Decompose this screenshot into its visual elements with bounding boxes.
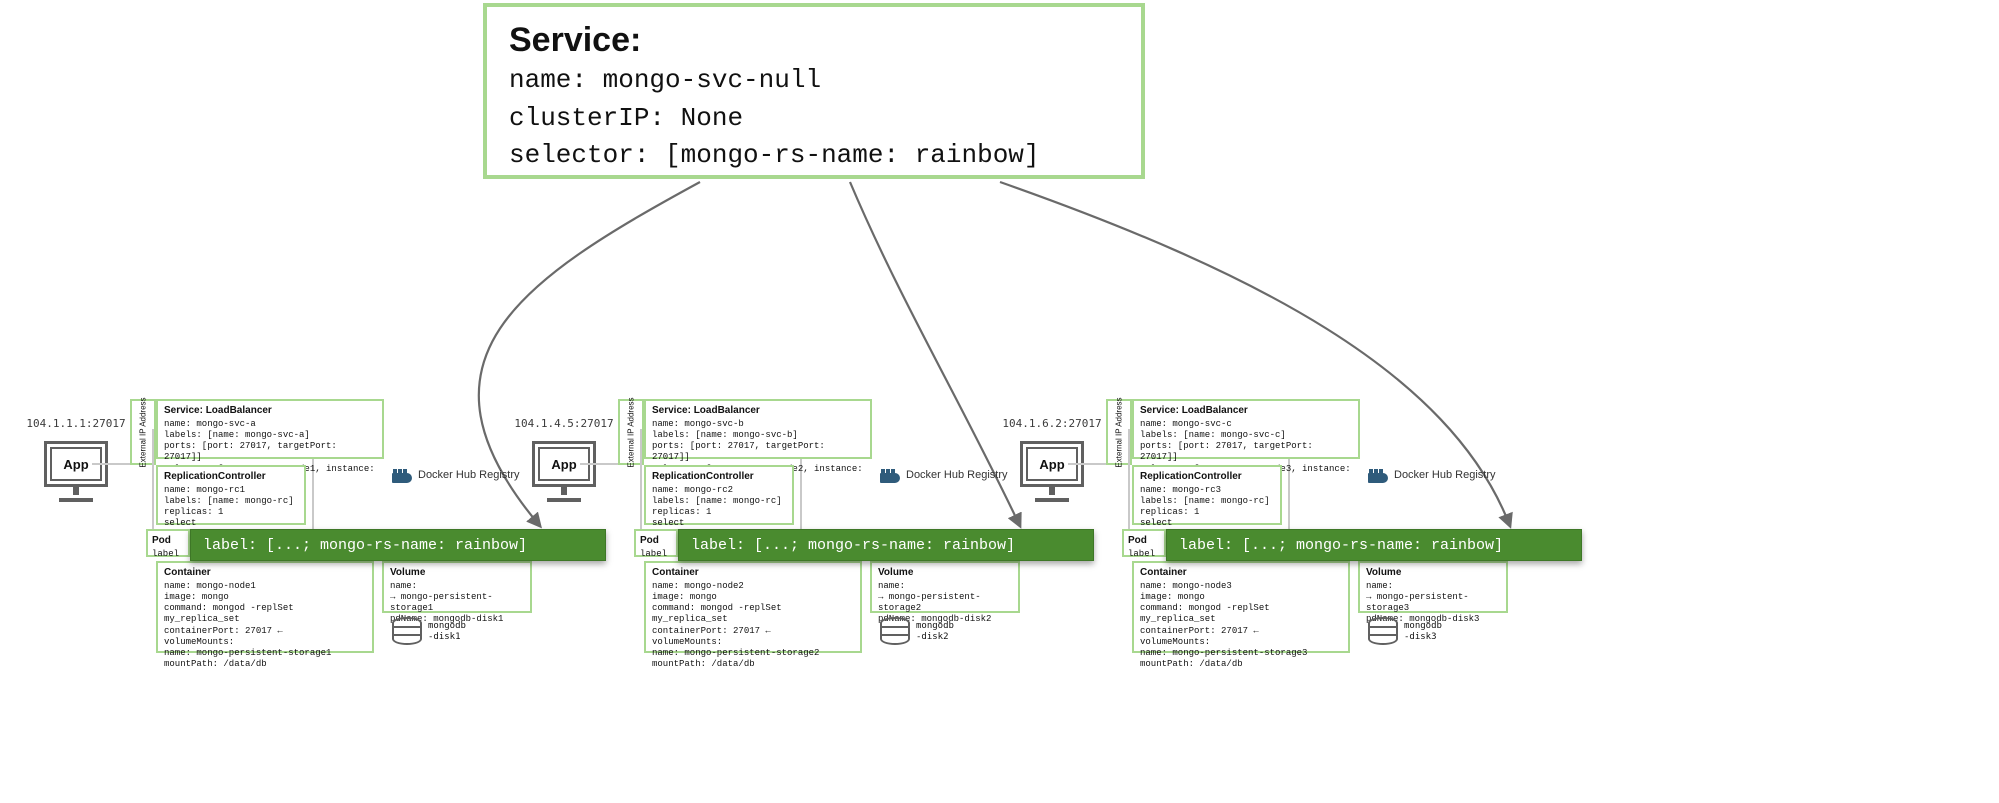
pod-label-overlay: label: [...; mongo-rs-name: rainbow]: [678, 529, 1094, 561]
container-header: Container: [1140, 567, 1342, 580]
pod-label-overlay: label: [...; mongo-rs-name: rainbow]: [1166, 529, 1582, 561]
service-loadbalancer-box: Service: LoadBalancer name: mongo-svc-cl…: [1132, 399, 1360, 459]
container-body: name: mongo-node1image: mongocommand: mo…: [164, 581, 366, 671]
pod-box: Pod label: [634, 529, 678, 557]
container-header: Container: [164, 567, 366, 580]
replication-controller-body: name: mongo-rc1labels: [name: mongo-rc]r…: [164, 485, 298, 530]
replication-controller-box: ReplicationController name: mongo-rc1lab…: [156, 465, 306, 525]
pod-box: Pod label: [1122, 529, 1166, 557]
volume-header: Volume: [390, 567, 524, 580]
service-clusterip-row: clusterIP: None: [509, 100, 1119, 138]
docker-hub-label: Docker Hub Registry: [418, 469, 519, 481]
docker-hub-label: Docker Hub Registry: [906, 469, 1007, 481]
service-loadbalancer-header: Service: LoadBalancer: [164, 405, 376, 418]
pod-label-line: label: [640, 549, 667, 559]
replication-controller-box: ReplicationController name: mongo-rc2lab…: [644, 465, 794, 525]
container-box: Container name: mongo-node2image: mongoc…: [644, 561, 862, 653]
external-ip-label: External IP Address: [139, 397, 148, 467]
replication-controller-header: ReplicationController: [652, 471, 786, 484]
docker-hub-badge: Docker Hub Registry: [392, 467, 519, 483]
app-icon-group: App: [998, 441, 1106, 502]
app-icon-group: App: [22, 441, 130, 502]
service-name-val: mongo-svc-null: [603, 65, 821, 95]
disk-label: mongodb-disk1: [428, 621, 466, 643]
disk-cylinder-icon: [392, 617, 422, 651]
pod-label-line: label: [152, 549, 179, 559]
container-box: Container name: mongo-node3image: mongoc…: [1132, 561, 1350, 653]
app-icon-group: App: [510, 441, 618, 502]
pod-header: Pod: [640, 535, 659, 546]
app-external-ip: 104.1.4.5:27017: [510, 417, 618, 430]
container-body: name: mongo-node2image: mongocommand: mo…: [652, 581, 854, 671]
volume-header: Volume: [1366, 567, 1500, 580]
pod-header: Pod: [152, 535, 171, 546]
service-clusterip-val: None: [681, 103, 743, 133]
container-box: Container name: mongo-node1image: mongoc…: [156, 561, 374, 653]
monitor-stand-icon: [59, 498, 93, 502]
service-name-row: name: mongo-svc-null: [509, 62, 1119, 100]
replication-controller-header: ReplicationController: [164, 471, 298, 484]
service-box: Service: name: mongo-svc-null clusterIP:…: [483, 3, 1145, 179]
app-external-ip: 104.1.1.1:27017: [22, 417, 130, 430]
monitor-stand-icon: [1035, 498, 1069, 502]
docker-whale-icon: [1368, 467, 1388, 483]
service-loadbalancer-header: Service: LoadBalancer: [1140, 405, 1352, 418]
docker-whale-icon: [880, 467, 900, 483]
disk-cylinder-icon: [1368, 617, 1398, 651]
volume-box: Volume name:→ mongo-persistent-storage3p…: [1358, 561, 1508, 613]
docker-hub-badge: Docker Hub Registry: [880, 467, 1007, 483]
cluster-1: 104.1.1.1:27017 App External IP Address …: [22, 399, 542, 719]
service-clusterip-key: clusterIP:: [509, 103, 665, 133]
pod-label-line: label: [1128, 549, 1155, 559]
monitor-stand-icon: [547, 498, 581, 502]
service-selector-row: selector: [mongo-rs-name: rainbow]: [509, 137, 1119, 175]
external-ip-label: External IP Address: [627, 397, 636, 467]
pod-header: Pod: [1128, 535, 1147, 546]
disk-cylinder-icon: [880, 617, 910, 651]
service-title: Service:: [509, 21, 1119, 60]
volume-header: Volume: [878, 567, 1012, 580]
service-loadbalancer-header: Service: LoadBalancer: [652, 405, 864, 418]
container-header: Container: [652, 567, 854, 580]
replication-controller-body: name: mongo-rc3labels: [name: mongo-rc]r…: [1140, 485, 1274, 530]
external-ip-label: External IP Address: [1115, 397, 1124, 467]
docker-hub-label: Docker Hub Registry: [1394, 469, 1495, 481]
replication-controller-body: name: mongo-rc2labels: [name: mongo-rc]r…: [652, 485, 786, 530]
service-name-key: name:: [509, 65, 587, 95]
pod-box: Pod label: [146, 529, 190, 557]
service-selector-val: [mongo-rs-name: rainbow]: [665, 140, 1039, 170]
docker-hub-badge: Docker Hub Registry: [1368, 467, 1495, 483]
service-selector-key: selector:: [509, 140, 649, 170]
pod-label-overlay: label: [...; mongo-rs-name: rainbow]: [190, 529, 606, 561]
container-body: name: mongo-node3image: mongocommand: mo…: [1140, 581, 1342, 671]
app-external-ip: 104.1.6.2:27017: [998, 417, 1106, 430]
replication-controller-box: ReplicationController name: mongo-rc3lab…: [1132, 465, 1282, 525]
disk-label: mongodb-disk2: [916, 621, 954, 643]
service-loadbalancer-box: Service: LoadBalancer name: mongo-svc-al…: [156, 399, 384, 459]
replication-controller-header: ReplicationController: [1140, 471, 1274, 484]
service-loadbalancer-box: Service: LoadBalancer name: mongo-svc-bl…: [644, 399, 872, 459]
disk-label: mongodb-disk3: [1404, 621, 1442, 643]
docker-whale-icon: [392, 467, 412, 483]
